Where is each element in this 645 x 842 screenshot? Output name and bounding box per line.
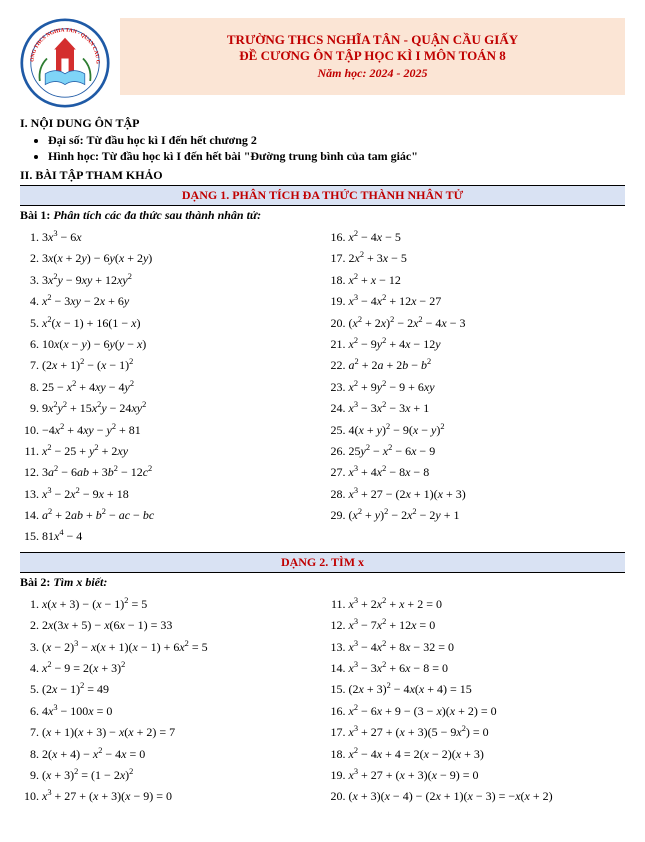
problem-item: x3 − 7x2 + 12x = 0 bbox=[349, 617, 626, 634]
bai2-left-list: x(x + 3) − (x − 1)2 = 5 2x(3x + 5) − x(6x… bbox=[42, 596, 319, 806]
problem-item: 3x3 − 6x bbox=[42, 229, 319, 246]
bai1-right-list: x2 − 4x − 5 2x2 + 3x − 5 x2 + x − 12 x3 − 4… bbox=[349, 229, 626, 524]
dang2-bar: DẠNG 2. TÌM x bbox=[20, 552, 625, 573]
bai1-columns: 3x3 − 6x 3x(x + 2y) − 6y(x + 2y) 3x2y − 9x… bbox=[20, 225, 625, 550]
problem-item: 2(x + 4) − x2 − 4x = 0 bbox=[42, 746, 319, 763]
problem-item: 3x(x + 2y) − 6y(x + 2y) bbox=[42, 250, 319, 267]
problem-item: (x + 3)(x − 4) − (2x + 1)(x − 3) = −x(x … bbox=[349, 788, 626, 805]
doc-title: ĐỀ CƯƠNG ÔN TẬP HỌC KÌ I MÔN TOÁN 8 bbox=[130, 48, 615, 64]
bai1-title: Bài 1: Phân tích các đa thức sau thành n… bbox=[20, 208, 625, 223]
section-1-bullets: Đại số: Từ đầu học kì I đến hết chương 2… bbox=[48, 133, 625, 164]
problem-item: 3x2y − 9xy + 12xy2 bbox=[42, 272, 319, 289]
problem-item: x2 + x − 12 bbox=[349, 272, 626, 289]
section-1-title: I. NỘI DUNG ÔN TẬP bbox=[20, 116, 625, 131]
problem-item: x3 + 27 − (2x + 1)(x + 3) bbox=[349, 486, 626, 503]
problem-item: 25 − x2 + 4xy − 4y2 bbox=[42, 379, 319, 396]
bullet-item: Hình học: Từ đầu học kì I đến hết bài "Đ… bbox=[48, 149, 625, 164]
bai2-right-list: x3 + 2x2 + x + 2 = 0 x3 − 7x2 + 12x = 0 x3… bbox=[349, 596, 626, 806]
dang1-bar: DẠNG 1. PHÂN TÍCH ĐA THỨC THÀNH NHÂN TỬ bbox=[20, 185, 625, 206]
problem-item: x2 − 25 + y2 + 2xy bbox=[42, 443, 319, 460]
school-logo: TRUONG THCS NGHIA TAN - QUAN CAU GIAY bbox=[20, 18, 110, 108]
problem-item: 2x2 + 3x − 5 bbox=[349, 250, 626, 267]
problem-item: x3 + 27 + (x + 3)(5 − 9x2) = 0 bbox=[349, 724, 626, 741]
problem-item: 81x4 − 4 bbox=[42, 528, 319, 545]
bai2-text: Tìm x biết: bbox=[53, 575, 107, 589]
problem-item: (x2 + 2x)2 − 2x2 − 4x − 3 bbox=[349, 315, 626, 332]
bullet-item: Đại số: Từ đầu học kì I đến hết chương 2 bbox=[48, 133, 625, 148]
school-year: Năm học: 2024 - 2025 bbox=[130, 66, 615, 81]
problem-item: x2 + 9y2 − 9 + 6xy bbox=[349, 379, 626, 396]
problem-item: x2 − 9 = 2(x + 3)2 bbox=[42, 660, 319, 677]
problem-item: (x2 + y)2 − 2x2 − 2y + 1 bbox=[349, 507, 626, 524]
problem-item: a2 + 2a + 2b − b2 bbox=[349, 357, 626, 374]
bai1-left-list: 3x3 − 6x 3x(x + 2y) − 6y(x + 2y) 3x2y − 9x… bbox=[42, 229, 319, 546]
bai2-label: Bài 2: bbox=[20, 575, 50, 589]
problem-item: x3 − 2x2 − 9x + 18 bbox=[42, 486, 319, 503]
bai2-title: Bài 2: Tìm x biết: bbox=[20, 575, 625, 590]
header: TRUONG THCS NGHIA TAN - QUAN CAU GIAY TR… bbox=[20, 18, 625, 108]
problem-item: x2 − 3xy − 2x + 6y bbox=[42, 293, 319, 310]
problem-item: 25y2 − x2 − 6x − 9 bbox=[349, 443, 626, 460]
bai2-columns: x(x + 3) − (x − 1)2 = 5 2x(3x + 5) − x(6x… bbox=[20, 592, 625, 810]
problem-item: (2x + 3)2 − 4x(x + 4) = 15 bbox=[349, 681, 626, 698]
bai1-text: Phân tích các đa thức sau thành nhân tử: bbox=[53, 208, 261, 222]
problem-item: x3 + 27 + (x + 3)(x − 9) = 0 bbox=[42, 788, 319, 805]
problem-item: 2x(3x + 5) − x(6x − 1) = 33 bbox=[42, 617, 319, 634]
problem-item: (x − 2)3 − x(x + 1)(x − 1) + 6x2 = 5 bbox=[42, 639, 319, 656]
problem-item: x2 − 4x − 5 bbox=[349, 229, 626, 246]
problem-item: 3a2 − 6ab + 3b2 − 12c2 bbox=[42, 464, 319, 481]
problem-item: x3 − 4x2 + 12x − 27 bbox=[349, 293, 626, 310]
problem-item: 4x3 − 100x = 0 bbox=[42, 703, 319, 720]
problem-item: 4(x + y)2 − 9(x − y)2 bbox=[349, 422, 626, 439]
dang2-bar-text: DẠNG 2. TÌM x bbox=[281, 555, 364, 569]
problem-item: x3 − 3x2 + 6x − 8 = 0 bbox=[349, 660, 626, 677]
problem-item: x2(x − 1) + 16(1 − x) bbox=[42, 315, 319, 332]
problem-item: a2 + 2ab + b2 − ac − bc bbox=[42, 507, 319, 524]
problem-item: x3 + 2x2 + x + 2 = 0 bbox=[349, 596, 626, 613]
problem-item: (2x − 1)2 = 49 bbox=[42, 681, 319, 698]
problem-item: −4x2 + 4xy − y2 + 81 bbox=[42, 422, 319, 439]
problem-item: x2 − 9y2 + 4x − 12y bbox=[349, 336, 626, 353]
school-name: TRƯỜNG THCS NGHĨA TÂN - QUẬN CẦU GIẤY bbox=[130, 32, 615, 48]
problem-item: x(x + 3) − (x − 1)2 = 5 bbox=[42, 596, 319, 613]
problem-item: 9x2y2 + 15x2y − 24xy2 bbox=[42, 400, 319, 417]
problem-item: x3 + 4x2 − 8x − 8 bbox=[349, 464, 626, 481]
problem-item: x3 − 4x2 + 8x − 32 = 0 bbox=[349, 639, 626, 656]
problem-item: (x + 1)(x + 3) − x(x + 2) = 7 bbox=[42, 724, 319, 741]
problem-item: x3 + 27 + (x + 3)(x − 9) = 0 bbox=[349, 767, 626, 784]
problem-item: (x + 3)2 = (1 − 2x)2 bbox=[42, 767, 319, 784]
problem-item: 10x(x − y) − 6y(y − x) bbox=[42, 336, 319, 353]
problem-item: x3 − 3x2 − 3x + 1 bbox=[349, 400, 626, 417]
problem-item: (2x + 1)2 − (x − 1)2 bbox=[42, 357, 319, 374]
problem-item: x2 − 6x + 9 − (3 − x)(x + 2) = 0 bbox=[349, 703, 626, 720]
section-2-title: II. BÀI TẬP THAM KHẢO bbox=[20, 168, 625, 183]
problem-item: x2 − 4x + 4 = 2(x − 2)(x + 3) bbox=[349, 746, 626, 763]
bai1-label: Bài 1: bbox=[20, 208, 50, 222]
title-box: TRƯỜNG THCS NGHĨA TÂN - QUẬN CẦU GIẤY ĐỀ… bbox=[120, 18, 625, 95]
